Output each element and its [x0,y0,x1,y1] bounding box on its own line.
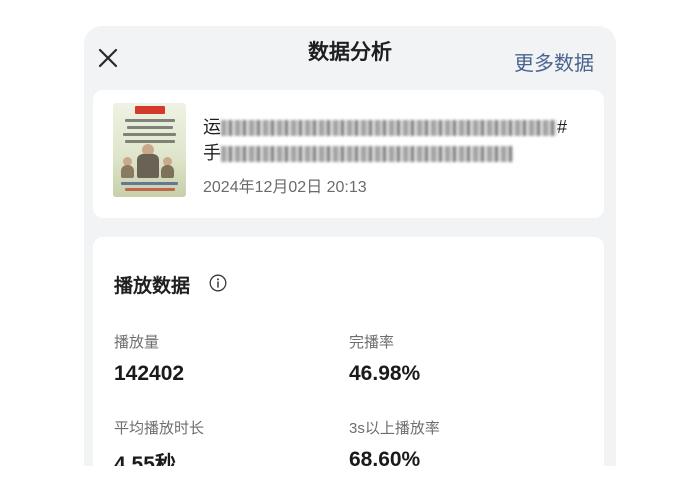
metric-value-3s-rate: 68.60% [349,448,421,466]
publish-date: 2024年12月02日 20:13 [203,179,367,196]
more-data-link[interactable]: 更多数据 [514,47,594,76]
section-title: 播放数据 [114,276,191,297]
top-bar: 数据分析 更多数据 [84,26,616,90]
video-title-redaction [221,120,557,137]
video-title-visible-start-2: 手 [203,143,221,163]
metric-label-completion-rate: 完播率 [349,334,395,351]
video-title: 运 # 手 [203,114,573,166]
metric-value-completion-rate: 46.98% [349,362,421,385]
metric-value-plays: 142402 [114,362,185,385]
video-title-hash: # [557,117,568,137]
video-title-line-2: 手 [203,140,573,166]
data-analysis-sheet: 数据分析 更多数据 运 # 手 2024年12月02日 20:13 播放数据 播… [84,26,616,466]
metric-label-3s-rate: 3s以上播放率 [349,420,440,437]
video-title-redaction [221,146,513,163]
metric-value-avg-duration: 4.55秒 [114,453,176,466]
video-thumbnail[interactable] [113,103,186,197]
video-title-line-1: 运 # [203,114,573,140]
metric-label-avg-duration: 平均播放时长 [114,420,205,437]
play-stats-card: 播放数据 播放量 142402 完播率 46.98% 平均播放时长 4.55秒 … [93,237,604,466]
info-icon[interactable] [209,274,227,292]
video-card[interactable]: 运 # 手 2024年12月02日 20:13 [93,90,604,218]
video-title-visible-start: 运 [203,117,221,137]
metric-label-plays: 播放量 [114,334,160,351]
